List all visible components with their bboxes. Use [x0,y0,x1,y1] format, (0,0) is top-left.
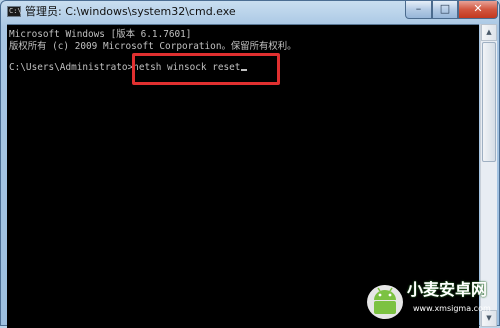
close-button[interactable]: ✕ [458,1,498,19]
scroll-up-icon[interactable]: ▲ [481,24,497,41]
watermark-name: 小麦安卓网 [407,280,488,299]
console-line-copyright: 版权所有 (c) 2009 Microsoft Corporation。保留所有… [9,41,297,52]
maximize-button[interactable]: □ [432,1,458,19]
command-highlight-box [132,53,280,85]
title-bar[interactable]: C:\ 管理员: C:\windows\system32\cmd.exe – □… [1,1,499,23]
cmd-icon: C:\ [7,6,22,17]
prompt-path: C:\Users\Administrato [9,62,128,73]
minimize-button[interactable]: – [405,1,432,19]
cmd-icon-label: C:\ [9,7,22,15]
watermark-url: www.xmsigma.com [413,304,491,313]
console-line-version: Microsoft Windows [版本 6.1.7601] [9,29,192,40]
site-watermark: 小麦安卓网 www.xmsigma.com [365,278,497,324]
scroll-thumb[interactable] [482,42,496,162]
window-title: 管理员: C:\windows\system32\cmd.exe [25,5,236,18]
android-logo-icon [367,285,403,319]
